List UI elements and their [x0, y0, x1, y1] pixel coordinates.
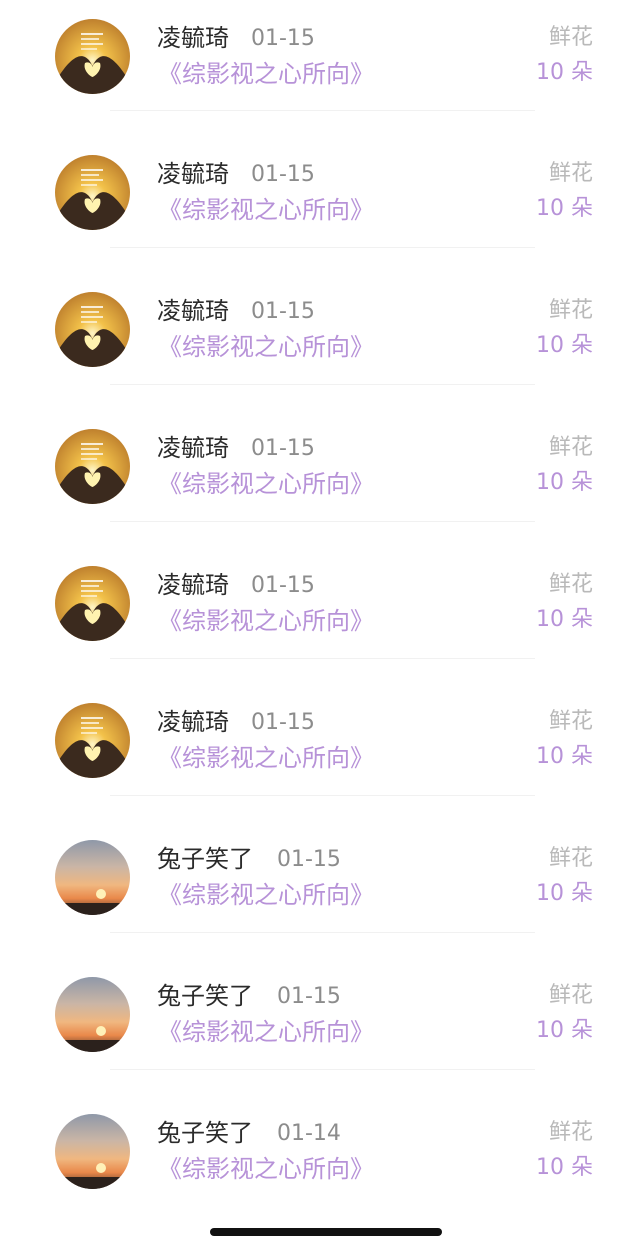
list-item[interactable]: 凌毓琦 01-15 《综影视之心所向》 鲜花 10 朵 [0, 385, 640, 522]
gift-name: 鲜花 [548, 846, 593, 871]
sunset-avatar-icon [55, 1114, 130, 1189]
gift-date: 01-15 [277, 984, 341, 1009]
gift-date: 01-15 [251, 26, 315, 51]
gift-date: 01-15 [251, 573, 315, 598]
user-name[interactable]: 凌毓琦 [157, 434, 229, 462]
sunset-avatar-icon [55, 977, 130, 1052]
list-item[interactable]: 凌毓琦 01-15 《综影视之心所向》 鲜花 10 朵 [0, 111, 640, 248]
list-item[interactable]: 兔子笑了 01-14 《综影视之心所向》 鲜花 10 朵 [0, 1070, 640, 1207]
work-title-link[interactable]: 《综影视之心所向》 [158, 60, 374, 88]
user-name[interactable]: 凌毓琦 [157, 708, 229, 736]
work-title-link[interactable]: 《综影视之心所向》 [158, 196, 374, 224]
home-indicator[interactable] [210, 1228, 442, 1236]
gift-date: 01-15 [277, 847, 341, 872]
sunset-avatar-icon [55, 840, 130, 915]
gift-date: 01-15 [251, 162, 315, 187]
gift-count: 10 朵 [536, 196, 593, 221]
work-title-link[interactable]: 《综影视之心所向》 [158, 1155, 374, 1183]
avatar[interactable] [55, 1114, 130, 1189]
gift-record-list: 凌毓琦 01-15 《综影视之心所向》 鲜花 10 朵 凌毓琦 01-15 《综… [0, 0, 640, 1207]
work-title-link[interactable]: 《综影视之心所向》 [158, 470, 374, 498]
gift-date: 01-15 [251, 436, 315, 461]
list-item[interactable]: 兔子笑了 01-15 《综影视之心所向》 鲜花 10 朵 [0, 796, 640, 933]
user-name[interactable]: 凌毓琦 [157, 24, 229, 52]
heart-hands-avatar-icon [55, 703, 130, 778]
list-item[interactable]: 凌毓琦 01-15 《综影视之心所向》 鲜花 10 朵 [0, 248, 640, 385]
gift-count: 10 朵 [536, 60, 593, 85]
gift-count: 10 朵 [536, 881, 593, 906]
gift-date: 01-15 [251, 710, 315, 735]
gift-count: 10 朵 [536, 333, 593, 358]
avatar[interactable] [55, 703, 130, 778]
avatar[interactable] [55, 977, 130, 1052]
work-title-link[interactable]: 《综影视之心所向》 [158, 744, 374, 772]
list-item[interactable]: 凌毓琦 01-15 《综影视之心所向》 鲜花 10 朵 [0, 0, 640, 111]
work-title-link[interactable]: 《综影视之心所向》 [158, 1018, 374, 1046]
user-name[interactable]: 凌毓琦 [157, 571, 229, 599]
gift-count: 10 朵 [536, 607, 593, 632]
list-item[interactable]: 兔子笑了 01-15 《综影视之心所向》 鲜花 10 朵 [0, 933, 640, 1070]
gift-date: 01-15 [251, 299, 315, 324]
gift-name: 鲜花 [548, 25, 593, 50]
gift-count: 10 朵 [536, 470, 593, 495]
list-item[interactable]: 凌毓琦 01-15 《综影视之心所向》 鲜花 10 朵 [0, 659, 640, 796]
heart-hands-avatar-icon [55, 19, 130, 94]
avatar[interactable] [55, 840, 130, 915]
gift-name: 鲜花 [548, 709, 593, 734]
avatar[interactable] [55, 19, 130, 94]
avatar[interactable] [55, 155, 130, 230]
user-name[interactable]: 凌毓琦 [157, 160, 229, 188]
heart-hands-avatar-icon [55, 429, 130, 504]
heart-hands-avatar-icon [55, 566, 130, 641]
heart-hands-avatar-icon [55, 292, 130, 367]
gift-name: 鲜花 [548, 1120, 593, 1145]
avatar[interactable] [55, 566, 130, 641]
gift-name: 鲜花 [548, 161, 593, 186]
gift-count: 10 朵 [536, 1018, 593, 1043]
work-title-link[interactable]: 《综影视之心所向》 [158, 333, 374, 361]
work-title-link[interactable]: 《综影视之心所向》 [158, 607, 374, 635]
gift-count: 10 朵 [536, 744, 593, 769]
gift-name: 鲜花 [548, 572, 593, 597]
gift-name: 鲜花 [548, 435, 593, 460]
gift-date: 01-14 [277, 1121, 341, 1146]
gift-count: 10 朵 [536, 1155, 593, 1180]
user-name[interactable]: 兔子笑了 [157, 982, 253, 1010]
work-title-link[interactable]: 《综影视之心所向》 [158, 881, 374, 909]
avatar[interactable] [55, 292, 130, 367]
user-name[interactable]: 兔子笑了 [157, 1119, 253, 1147]
user-name[interactable]: 凌毓琦 [157, 297, 229, 325]
gift-name: 鲜花 [548, 298, 593, 323]
user-name[interactable]: 兔子笑了 [157, 845, 253, 873]
gift-name: 鲜花 [548, 983, 593, 1008]
avatar[interactable] [55, 429, 130, 504]
list-item[interactable]: 凌毓琦 01-15 《综影视之心所向》 鲜花 10 朵 [0, 522, 640, 659]
heart-hands-avatar-icon [55, 155, 130, 230]
